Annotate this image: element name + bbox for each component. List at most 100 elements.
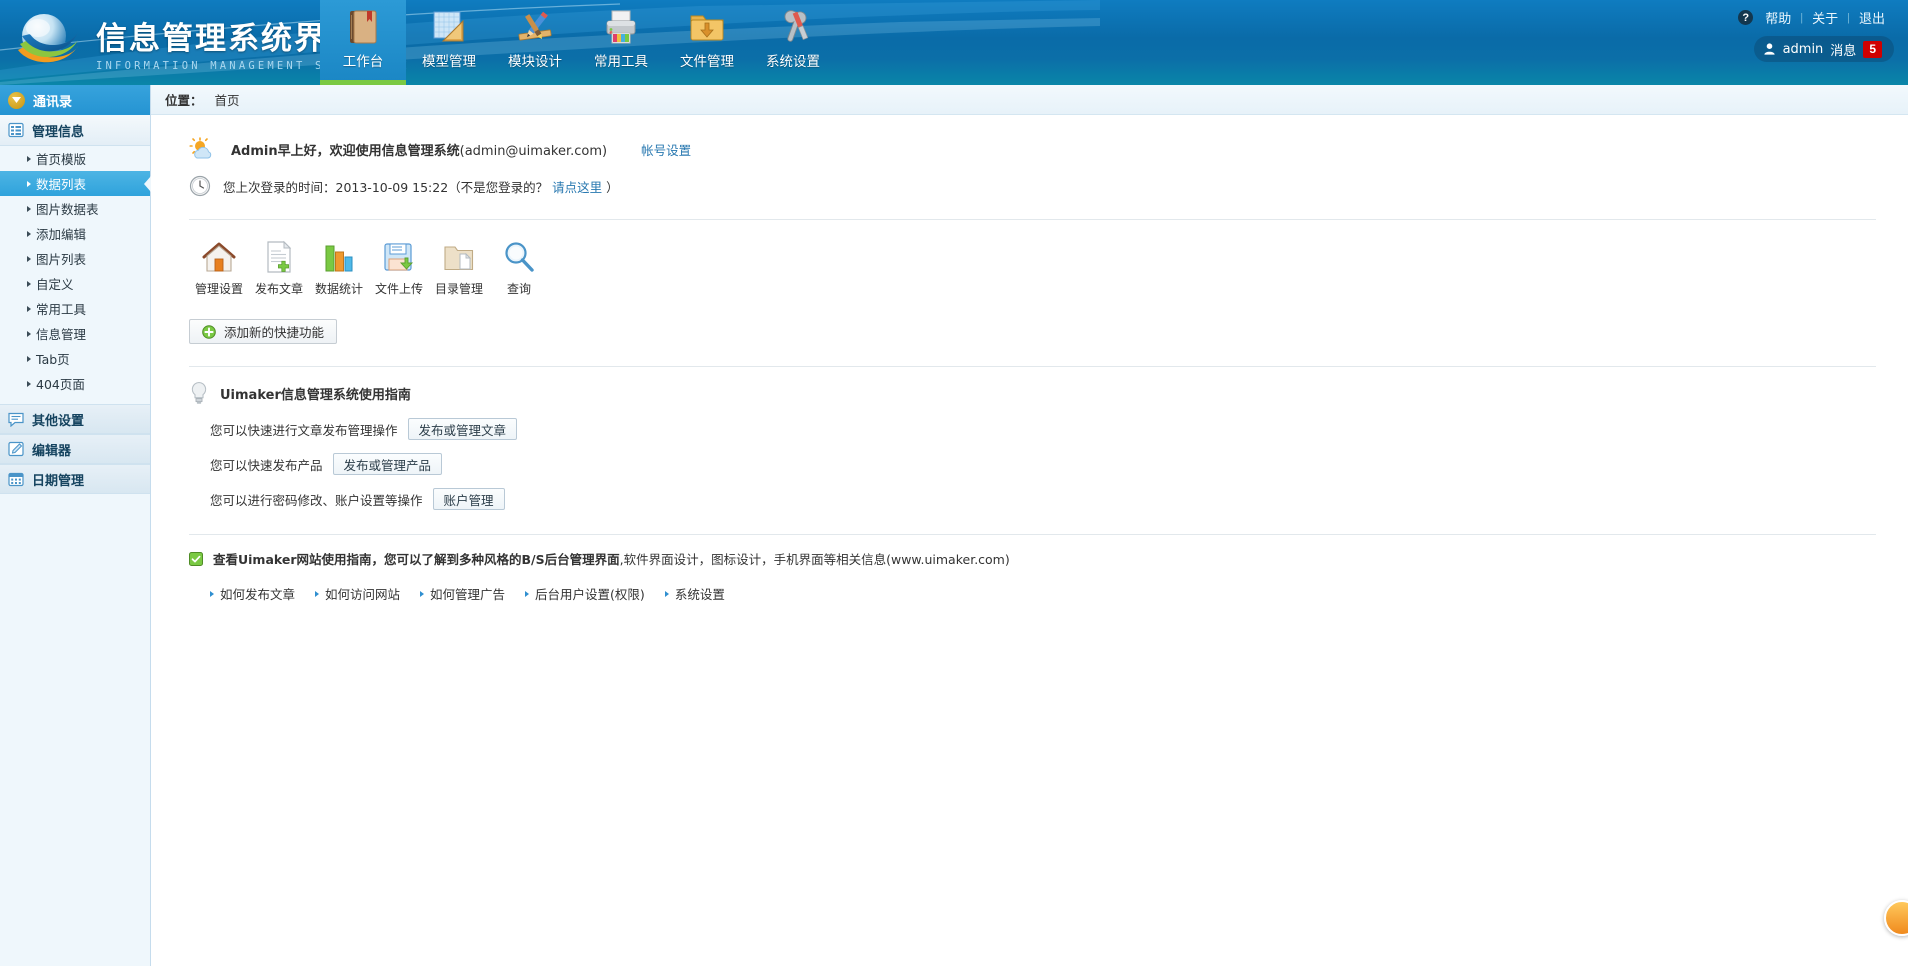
floating-action-button[interactable] bbox=[1884, 900, 1908, 936]
triangle-right-icon bbox=[27, 305, 31, 312]
sidebar-item-label: 数据列表 bbox=[36, 177, 87, 192]
nav-label: 模型管理 bbox=[422, 54, 476, 70]
sidebar-item-add-edit[interactable]: 添加编辑 bbox=[0, 221, 150, 246]
sidebar-item-image-list[interactable]: 图片列表 bbox=[0, 246, 150, 271]
sidebar-item-data-list[interactable]: 数据列表 bbox=[0, 171, 150, 196]
shortcut-directory-management[interactable]: 目录管理 bbox=[429, 240, 489, 297]
shortcut-label: 查询 bbox=[506, 282, 531, 296]
sidebar-item-label: 404页面 bbox=[36, 377, 85, 392]
sidebar-item-image-data-table[interactable]: 图片数据表 bbox=[0, 196, 150, 221]
sidebar-item-home-template[interactable]: 首页模版 bbox=[0, 146, 150, 171]
question-icon: ? bbox=[1738, 10, 1754, 25]
account-management-button[interactable]: 账户管理 bbox=[432, 488, 505, 510]
nav-item-workbench[interactable]: 工作台 bbox=[320, 0, 406, 85]
shortcut-query[interactable]: 查询 bbox=[489, 240, 549, 297]
user-icon bbox=[1763, 43, 1775, 55]
triangle-right-icon bbox=[664, 590, 669, 597]
guide-row: 您可以进行密码修改、账户设置等操作 账户管理 bbox=[173, 475, 1886, 510]
sidebar-item-label: Tab页 bbox=[36, 352, 70, 367]
floppy-upload-icon bbox=[384, 243, 414, 271]
footer-link-backend-user-permissions[interactable]: 后台用户设置(权限) bbox=[525, 584, 645, 603]
sidebar-item-404-page[interactable]: 404页面 bbox=[0, 371, 150, 396]
nav-label: 常用工具 bbox=[594, 54, 648, 70]
notice-rest: ,软件界面设计，图标设计，手机界面等相关信息 bbox=[619, 552, 887, 567]
account-settings-link[interactable]: 帐号设置 bbox=[641, 140, 691, 159]
nav-item-file-management[interactable]: 文件管理 bbox=[664, 0, 750, 85]
last-login-row: 您上次登录的时间：2013-10-09 15:22（不是您登录的？ 请点这里 ） bbox=[173, 161, 1886, 197]
header-right-panel: ? 帮助 | 关于 | 退出 admin 消息 5 bbox=[1738, 8, 1894, 62]
bar-chart-icon bbox=[325, 245, 353, 272]
breadcrumb-label: 位置： bbox=[165, 93, 203, 108]
footer-link-label: 后台用户设置(权限) bbox=[535, 587, 645, 602]
shortcut-label: 目录管理 bbox=[434, 282, 483, 296]
weather-sun-cloud-icon bbox=[189, 137, 212, 159]
triangle-right-icon bbox=[27, 255, 31, 262]
sidebar-block-other-settings[interactable]: 其他设置 bbox=[0, 404, 150, 434]
lightbulb-icon bbox=[191, 381, 207, 404]
user-bar[interactable]: admin 消息 5 bbox=[1753, 36, 1894, 62]
footer-link-how-to-visit[interactable]: 如何访问网站 bbox=[315, 584, 400, 603]
sidebar-item-info-management[interactable]: 信息管理 bbox=[0, 321, 150, 346]
logout-link[interactable]: 退出 bbox=[1850, 8, 1894, 27]
shortcut-publish-article[interactable]: 发布文章 bbox=[249, 240, 309, 297]
notice-url: (www.uimaker.com) bbox=[886, 552, 1010, 567]
document-add-icon bbox=[267, 240, 292, 273]
shortcut-list: 管理设置 发布文章 数据统计 文件上传 目录管理 查询 bbox=[173, 220, 1886, 297]
nav-item-common-tools[interactable]: 常用工具 bbox=[578, 0, 664, 85]
footer-link-label: 如何管理广告 bbox=[430, 587, 506, 602]
clock-icon bbox=[189, 175, 211, 197]
shortcut-label: 文件上传 bbox=[374, 282, 423, 296]
shortcut-management-settings[interactable]: 管理设置 bbox=[189, 240, 249, 297]
not-you-link[interactable]: 请点这里 bbox=[552, 180, 602, 195]
about-link[interactable]: 关于 bbox=[1803, 8, 1847, 27]
shortcut-file-upload[interactable]: 文件上传 bbox=[369, 240, 429, 297]
triangle-right-icon bbox=[27, 155, 31, 162]
help-link[interactable]: 帮助 bbox=[1756, 8, 1800, 27]
sidebar-item-label: 信息管理 bbox=[36, 327, 87, 342]
triangle-right-icon bbox=[27, 280, 31, 287]
shortcut-label: 管理设置 bbox=[194, 282, 243, 296]
breadcrumb-current[interactable]: 首页 bbox=[215, 90, 240, 109]
folder-download-icon bbox=[690, 15, 724, 41]
notice-bold: 查看Uimaker网站使用指南，您可以了解到多种风格的B/S后台管理界面 bbox=[213, 552, 620, 567]
guide-header: Uimaker信息管理系统使用指南 bbox=[173, 367, 1886, 405]
messages-label[interactable]: 消息 bbox=[1830, 40, 1856, 59]
publish-manage-article-button[interactable]: 发布或管理文章 bbox=[407, 418, 518, 440]
footer-link-label: 如何发布文章 bbox=[220, 587, 296, 602]
footer-links: 如何发布文章 如何访问网站 如何管理广告 后台用户设置(权限) 系统设置 bbox=[173, 568, 1886, 603]
comment-icon bbox=[8, 412, 24, 427]
sidebar-header-contacts[interactable]: 通讯录 bbox=[0, 85, 150, 115]
globe-logo-icon bbox=[18, 14, 78, 63]
footer-link-label: 如何访问网站 bbox=[325, 587, 401, 602]
sidebar-block-label: 其他设置 bbox=[32, 413, 85, 429]
sidebar-block-label: 编辑器 bbox=[32, 443, 72, 459]
welcome-email: (admin@uimaker.com) bbox=[459, 143, 608, 159]
footer-link-system-settings[interactable]: 系统设置 bbox=[664, 584, 725, 603]
footer-link-how-to-manage-ads[interactable]: 如何管理广告 bbox=[420, 584, 505, 603]
nav-label: 系统设置 bbox=[766, 54, 820, 70]
triangle-right-icon bbox=[27, 230, 31, 237]
guide-text: 您可以快速进行文章发布管理操作 bbox=[210, 422, 398, 438]
sidebar-block-date-management[interactable]: 日期管理 bbox=[0, 464, 150, 494]
nav-item-model-management[interactable]: 模型管理 bbox=[406, 0, 492, 85]
sidebar-group-label: 管理信息 bbox=[32, 124, 85, 140]
nav-label: 模块设计 bbox=[508, 54, 562, 70]
footer-link-how-to-publish[interactable]: 如何发布文章 bbox=[210, 584, 295, 603]
sidebar-block-editor[interactable]: 编辑器 bbox=[0, 434, 150, 464]
sidebar-item-custom[interactable]: 自定义 bbox=[0, 271, 150, 296]
publish-manage-product-button[interactable]: 发布或管理产品 bbox=[332, 453, 443, 475]
shortcut-data-statistics[interactable]: 数据统计 bbox=[309, 240, 369, 297]
add-shortcut-button[interactable]: 添加新的快捷功能 bbox=[189, 319, 338, 344]
nav-item-module-design[interactable]: 模块设计 bbox=[492, 0, 578, 85]
sidebar-item-label: 添加编辑 bbox=[36, 227, 87, 242]
sidebar: 通讯录 管理信息 首页模版 数据列表 图片数据表 添加编辑 图片列表 自定义 常… bbox=[0, 85, 151, 966]
sidebar-header-label: 通讯录 bbox=[33, 94, 73, 110]
sidebar-item-tab-page[interactable]: Tab页 bbox=[0, 346, 150, 371]
welcome-row: Admin早上好，欢迎使用信息管理系统(admin@uimaker.com) 帐… bbox=[173, 115, 1886, 161]
nav-item-system-settings[interactable]: 系统设置 bbox=[750, 0, 836, 85]
sidebar-group-management-info[interactable]: 管理信息 bbox=[0, 115, 150, 146]
sidebar-item-common-tools[interactable]: 常用工具 bbox=[0, 296, 150, 321]
triangle-right-icon bbox=[27, 380, 31, 387]
triangle-right-icon bbox=[525, 590, 530, 597]
guide-row: 您可以快速发布产品 发布或管理产品 bbox=[173, 440, 1886, 475]
